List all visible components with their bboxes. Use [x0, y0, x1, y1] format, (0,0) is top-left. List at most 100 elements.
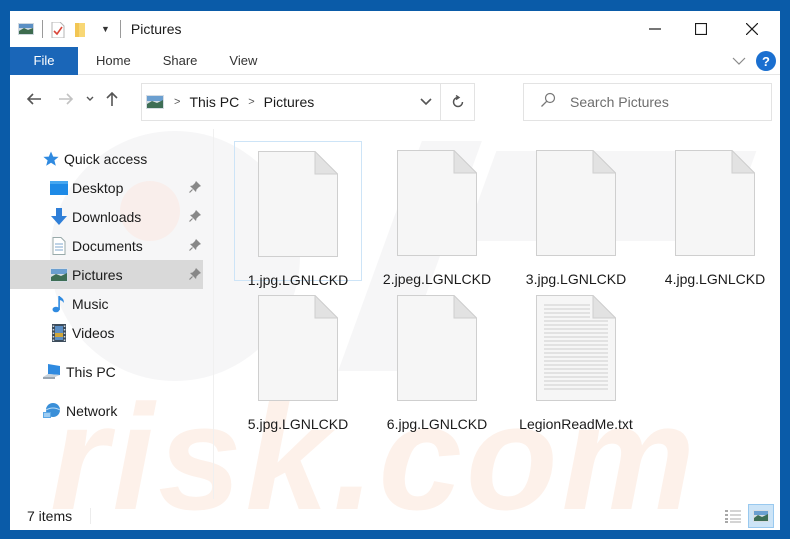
sidebar-item-quick-access[interactable]: Quick access — [10, 144, 203, 173]
refresh-icon — [452, 95, 463, 108]
close-button[interactable] — [724, 11, 780, 47]
sidebar-item-label: Quick access — [64, 150, 148, 167]
blank-file-icon — [536, 149, 617, 261]
pin-icon[interactable] — [189, 238, 201, 254]
window-controls — [632, 11, 780, 47]
ribbon-tabs: File Home Share View ? — [10, 46, 780, 75]
file-item[interactable]: LegionReadMe.txt — [512, 286, 640, 432]
breadcrumb-pictures[interactable]: Pictures — [264, 94, 315, 110]
status-bar: 7 items — [10, 503, 780, 529]
sidebar-item-music[interactable]: Music — [10, 289, 203, 318]
pin-icon[interactable] — [189, 209, 201, 225]
recent-locations-button[interactable] — [80, 85, 100, 113]
file-name: 6.jpg.LGNLCKD — [386, 416, 488, 432]
file-item[interactable]: 5.jpg.LGNLCKD — [234, 286, 362, 432]
film-strip-icon — [50, 323, 68, 342]
arrow-right-icon — [59, 93, 74, 105]
sidebar-item-label: Music — [72, 295, 109, 312]
sidebar-item-desktop[interactable]: Desktop — [10, 173, 203, 202]
blank-file-icon — [397, 294, 478, 406]
toolbar-separator — [119, 20, 121, 38]
sidebar-item-videos[interactable]: Videos — [10, 318, 203, 347]
file-name: LegionReadMe.txt — [519, 416, 633, 432]
file-item[interactable]: 2.jpeg.LGNLCKD — [373, 141, 501, 287]
quick-access-toolbar: ▼ — [10, 11, 129, 47]
documents-icon — [50, 236, 68, 255]
text-document-icon — [536, 294, 617, 406]
arrow-left-icon — [26, 93, 41, 105]
sidebar-item-this-pc[interactable]: This PC — [10, 357, 203, 386]
view-switcher — [718, 503, 774, 529]
toolbar-separator — [42, 20, 43, 38]
desktop-icon — [50, 179, 68, 197]
up-button[interactable] — [100, 85, 124, 113]
help-button[interactable]: ? — [756, 51, 776, 71]
tab-view[interactable]: View — [213, 47, 273, 75]
pin-icon[interactable] — [189, 267, 201, 283]
breadcrumb-this-pc[interactable]: This PC — [189, 94, 239, 110]
explorer-window: risk.com ▼ Pictures File Home Share View… — [10, 11, 780, 530]
tab-share[interactable]: Share — [147, 47, 214, 75]
maximize-button[interactable] — [678, 11, 724, 47]
status-separator — [90, 508, 92, 524]
minimize-icon — [649, 28, 661, 30]
star-icon — [42, 150, 60, 168]
network-icon — [42, 402, 62, 420]
customize-dropdown-icon[interactable]: ▼ — [101, 24, 110, 34]
tab-home[interactable]: Home — [78, 47, 147, 75]
blank-file-icon — [675, 149, 756, 261]
navigation-bar: > This PC > Pictures — [10, 77, 780, 121]
maximize-icon — [695, 23, 707, 35]
properties-icon[interactable] — [51, 21, 67, 39]
pictures-icon — [50, 266, 68, 284]
forward-button[interactable] — [52, 85, 80, 113]
details-view-button[interactable] — [720, 504, 746, 528]
pictures-folder-icon[interactable] — [18, 22, 34, 36]
sidebar-item-label: Downloads — [72, 208, 142, 225]
title-bar: ▼ Pictures — [10, 11, 780, 47]
pin-icon[interactable] — [189, 180, 201, 196]
minimize-button[interactable] — [632, 11, 678, 47]
breadcrumb-separator-icon: > — [174, 96, 181, 108]
file-item[interactable]: 3.jpg.LGNLCKD — [512, 141, 640, 287]
music-note-icon — [50, 295, 68, 313]
file-name: 4.jpg.LGNLCKD — [664, 271, 766, 287]
arrow-up-icon — [106, 91, 118, 106]
computer-icon — [42, 363, 62, 381]
large-icons-view-icon — [753, 510, 769, 522]
breadcrumb-separator-icon: > — [248, 96, 255, 108]
file-name: 5.jpg.LGNLCKD — [247, 416, 349, 432]
refresh-button[interactable] — [440, 84, 474, 120]
sidebar-item-downloads[interactable]: Downloads — [10, 202, 203, 231]
blank-file-icon — [258, 150, 339, 262]
new-folder-icon[interactable] — [73, 22, 89, 37]
sidebar-item-label: Desktop — [72, 179, 124, 196]
sidebar-item-label: Network — [66, 402, 118, 419]
address-bar[interactable]: > This PC > Pictures — [141, 83, 475, 121]
search-icon — [540, 92, 556, 113]
file-list: 1.jpg.LGNLCKD 2.jpeg.LGNLCKD 3.jpg.LGNLCKD… — [214, 129, 780, 499]
blank-file-icon — [397, 149, 478, 261]
navigation-pane: Quick access Desktop Downloads Documents — [10, 131, 203, 499]
address-history-button[interactable] — [412, 84, 440, 120]
tab-file[interactable]: File — [10, 46, 78, 75]
file-item[interactable]: 1.jpg.LGNLCKD — [234, 141, 362, 288]
back-button[interactable] — [20, 85, 48, 113]
sidebar-item-documents[interactable]: Documents — [10, 231, 203, 260]
details-view-icon — [725, 510, 741, 523]
window-title: Pictures — [130, 21, 182, 37]
sidebar-item-label: This PC — [66, 363, 116, 380]
large-icons-view-button[interactable] — [748, 504, 774, 528]
expand-ribbon-button[interactable] — [732, 52, 746, 70]
ribbon-controls: ? — [732, 47, 776, 75]
sidebar-item-network[interactable]: Network — [10, 396, 203, 425]
chevron-down-icon — [86, 96, 94, 101]
search-input[interactable] — [570, 94, 750, 110]
file-item[interactable]: 6.jpg.LGNLCKD — [373, 286, 501, 432]
chevron-down-icon — [420, 98, 432, 106]
close-icon — [746, 23, 758, 35]
download-arrow-icon — [50, 207, 68, 226]
sidebar-item-label: Documents — [72, 237, 143, 254]
file-item[interactable]: 4.jpg.LGNLCKD — [651, 141, 779, 287]
sidebar-item-pictures[interactable]: Pictures — [10, 260, 203, 289]
